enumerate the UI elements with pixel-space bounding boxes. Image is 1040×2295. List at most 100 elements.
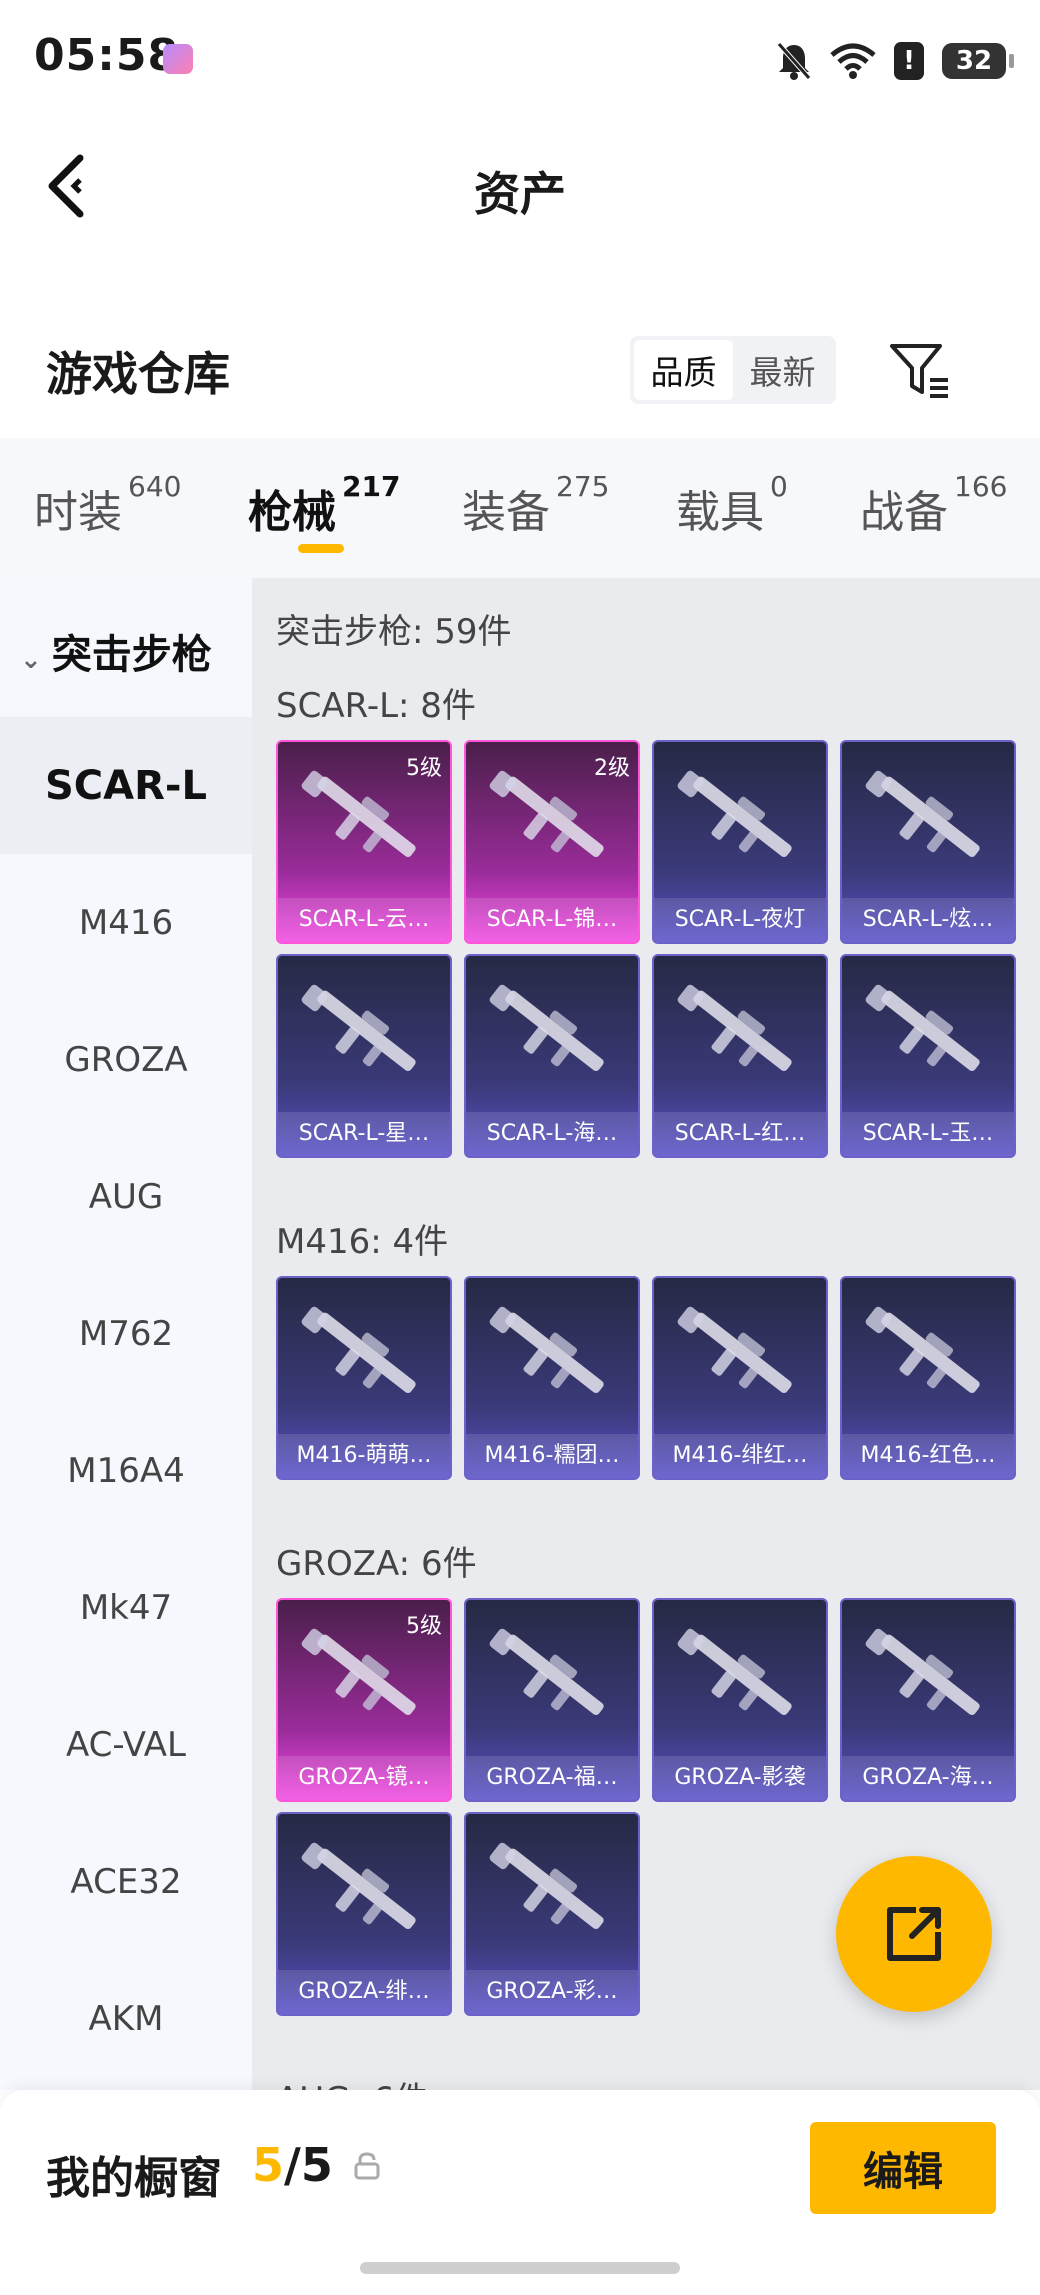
weapon-card-label: M416-红色…: [842, 1434, 1014, 1478]
sidebar-item-m762[interactable]: M762: [0, 1265, 252, 1402]
weapon-card-label: SCAR-L-锦…: [466, 898, 638, 942]
weapon-card[interactable]: GROZA-影袭: [652, 1598, 828, 1802]
weapon-card-label: GROZA-海…: [842, 1756, 1014, 1800]
weapon-card-label: GROZA-福…: [466, 1756, 638, 1800]
rifle-icon: [677, 984, 792, 1072]
section-title: M416: 4件: [276, 1222, 449, 1262]
home-indicator[interactable]: [360, 2262, 680, 2274]
alert-icon: !: [894, 42, 924, 80]
showcase-bar: 我的橱窗 5/5 编辑: [0, 2090, 1040, 2295]
weapon-card[interactable]: M416-糯团…: [464, 1276, 640, 1480]
rifle-icon: [865, 1306, 980, 1394]
section-title: SCAR-L: 8件: [276, 686, 476, 726]
weapon-card-label: M416-萌萌…: [278, 1434, 450, 1478]
tab-count: 217: [342, 470, 401, 503]
item-level-badge: 2级: [594, 756, 630, 781]
edit-button[interactable]: 编辑: [810, 2122, 996, 2214]
sidebar-item-ac-val[interactable]: AC-VAL: [0, 1676, 252, 1813]
rifle-icon: [489, 1842, 604, 1930]
share-icon: [887, 1907, 941, 1961]
sidebar-group-header[interactable]: ⌄ 突击步枪: [20, 622, 212, 680]
weapon-card[interactable]: 5级 GROZA-镜…: [276, 1598, 452, 1802]
weapon-card[interactable]: GROZA-福…: [464, 1598, 640, 1802]
item-level-badge: 5级: [406, 756, 442, 781]
rifle-icon: [301, 1306, 416, 1394]
rifle-icon: [301, 1842, 416, 1930]
tab-count: 275: [556, 470, 610, 503]
rifle-icon: [865, 1628, 980, 1716]
sidebar-item-scar-l[interactable]: SCAR-L: [0, 717, 252, 854]
weapon-card-label: M416-绯红…: [654, 1434, 826, 1478]
rifle-icon: [489, 1306, 604, 1394]
tab-label: 装备: [462, 487, 550, 538]
tab-count: 640: [128, 470, 182, 503]
sidebar-group-label: 突击步枪: [51, 632, 212, 678]
showcase-current: 5: [252, 2138, 285, 2192]
rifle-icon: [489, 1628, 604, 1716]
tab-label: 载具: [676, 487, 764, 538]
tab-label: 战备: [860, 487, 948, 538]
section-title: AUG: 6件: [276, 2072, 428, 2090]
weapon-card[interactable]: M416-萌萌…: [276, 1276, 452, 1480]
lock-icon: [354, 2152, 380, 2180]
share-button[interactable]: [836, 1856, 992, 2012]
sort-option-quality[interactable]: 品质: [634, 340, 733, 400]
rifle-icon: [865, 770, 980, 858]
sidebar-item-akm[interactable]: AKM: [0, 1950, 252, 2087]
page-title: 资产: [474, 167, 566, 221]
battery-icon: 32: [942, 43, 1014, 79]
weapon-card-label: SCAR-L-云…: [278, 898, 450, 942]
sidebar-item-groza[interactable]: GROZA: [0, 991, 252, 1128]
sidebar-item-mk47[interactable]: Mk47: [0, 1539, 252, 1676]
sort-option-newest[interactable]: 最新: [733, 340, 832, 400]
chevron-down-icon: ⌄: [20, 645, 42, 675]
weapon-card-label: SCAR-L-炫…: [842, 898, 1014, 942]
sidebar-item-aug[interactable]: AUG: [0, 1128, 252, 1265]
sidebar-item-m416[interactable]: M416: [0, 854, 252, 991]
showcase-count: 5/5: [252, 2138, 333, 2192]
weapon-card[interactable]: GROZA-彩…: [464, 1812, 640, 2016]
rifle-icon: [301, 984, 416, 1072]
weapon-card-label: SCAR-L-星…: [278, 1112, 450, 1156]
weapon-card-label: SCAR-L-海…: [466, 1112, 638, 1156]
rifle-icon: [677, 1306, 792, 1394]
weapon-card-label: GROZA-彩…: [466, 1970, 638, 2014]
section-title: GROZA: 6件: [276, 1544, 477, 1584]
weapon-card-label: SCAR-L-玉…: [842, 1112, 1014, 1156]
category-summary: 突击步枪: 59件: [276, 612, 512, 652]
weapon-card[interactable]: GROZA-绯…: [276, 1812, 452, 2016]
tab-equipment[interactable]: 装备275: [462, 470, 609, 540]
tab-count: 0: [770, 470, 788, 503]
weapon-card[interactable]: 2级 SCAR-L-锦…: [464, 740, 640, 944]
app-notification-icon: [163, 44, 193, 74]
weapon-card[interactable]: SCAR-L-玉…: [840, 954, 1016, 1158]
tab-vehicles[interactable]: 载具0: [676, 470, 788, 540]
weapon-card[interactable]: M416-绯红…: [652, 1276, 828, 1480]
tab-firearms[interactable]: 枪械217: [248, 470, 400, 540]
weapon-card[interactable]: SCAR-L-夜灯: [652, 740, 828, 944]
tab-label: 枪械: [248, 487, 336, 538]
tab-count: 166: [954, 470, 1008, 503]
sidebar-item-m16a4[interactable]: M16A4: [0, 1402, 252, 1539]
tab-supplies[interactable]: 战备166: [860, 470, 1007, 540]
weapon-card[interactable]: M416-红色…: [840, 1276, 1016, 1480]
sidebar-item-ace32[interactable]: ACE32: [0, 1813, 252, 1950]
weapon-card-label: SCAR-L-红…: [654, 1112, 826, 1156]
wifi-icon: [830, 43, 876, 79]
weapon-card[interactable]: SCAR-L-海…: [464, 954, 640, 1158]
weapon-card[interactable]: SCAR-L-炫…: [840, 740, 1016, 944]
status-icons: ! 32: [776, 36, 1014, 86]
rifle-icon: [865, 984, 980, 1072]
tab-fashion[interactable]: 时装640: [34, 470, 181, 540]
sort-toggle: 品质 最新: [630, 336, 836, 404]
warehouse-title: 游戏仓库: [46, 347, 230, 401]
weapon-card[interactable]: SCAR-L-星…: [276, 954, 452, 1158]
top-nav: 资产: [0, 130, 1040, 240]
weapon-card[interactable]: GROZA-海…: [840, 1598, 1016, 1802]
weapon-card[interactable]: 5级 SCAR-L-云…: [276, 740, 452, 944]
filter-icon[interactable]: [888, 340, 952, 400]
showcase-title: 我的橱窗: [46, 2153, 222, 2204]
weapon-card-label: SCAR-L-夜灯: [654, 898, 826, 942]
weapon-card[interactable]: SCAR-L-红…: [652, 954, 828, 1158]
mute-bell-icon: [777, 42, 811, 80]
